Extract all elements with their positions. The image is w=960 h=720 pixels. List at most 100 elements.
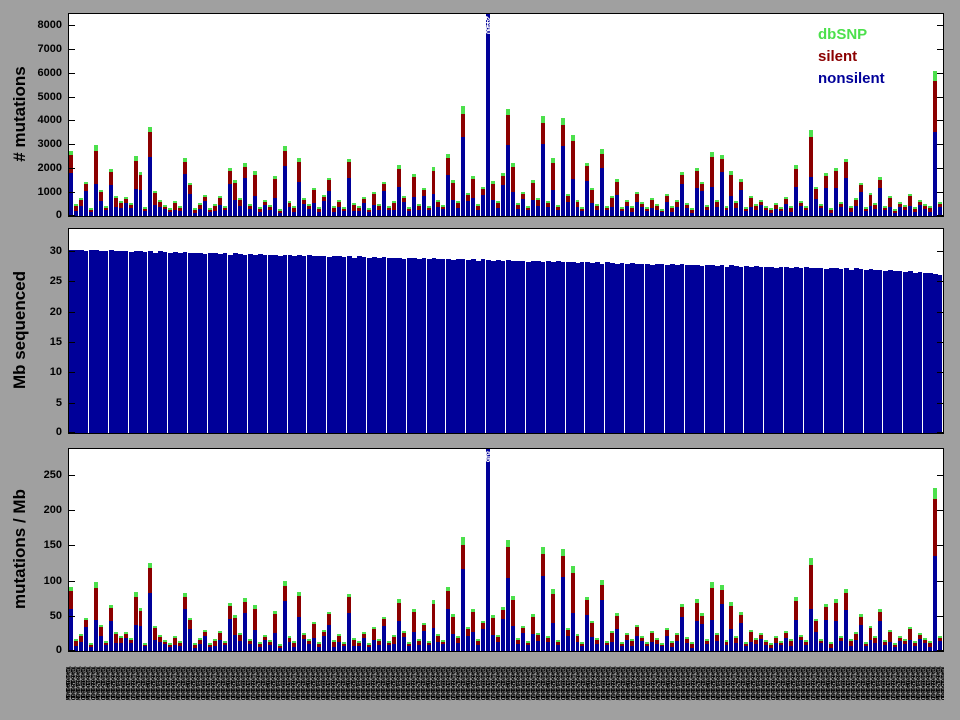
bar-silent bbox=[268, 642, 272, 645]
bar-nonsilent bbox=[417, 645, 421, 651]
bar-dbsnp bbox=[193, 643, 197, 645]
bar-dbsnp bbox=[844, 159, 848, 162]
bar-dbsnp bbox=[720, 585, 724, 590]
bar-dbsnp bbox=[84, 182, 88, 184]
bar-silent bbox=[913, 643, 917, 646]
bar-nonsilent bbox=[253, 196, 257, 216]
bar-silent bbox=[263, 202, 267, 205]
bar-dbsnp bbox=[268, 640, 272, 642]
bar-silent bbox=[476, 641, 480, 645]
bar-silent bbox=[814, 189, 818, 199]
bar-silent bbox=[436, 636, 440, 642]
bar-silent bbox=[481, 623, 485, 629]
bar-silent bbox=[382, 619, 386, 626]
left-tick-mark bbox=[69, 650, 75, 651]
bar-dbsnp bbox=[506, 540, 510, 547]
bar-silent bbox=[546, 203, 550, 207]
bar-silent bbox=[491, 184, 495, 200]
bar-nonsilent bbox=[605, 645, 609, 651]
right-tick-mark bbox=[937, 312, 943, 313]
bar-dbsnp bbox=[342, 642, 346, 644]
bar-silent bbox=[223, 643, 227, 645]
bar-dbsnp bbox=[456, 636, 460, 638]
bar-silent bbox=[317, 209, 321, 212]
bar-dbsnp bbox=[417, 639, 421, 641]
bar-nonsilent bbox=[556, 645, 560, 651]
bar-dbsnp bbox=[307, 639, 311, 641]
bar-silent bbox=[665, 196, 669, 202]
bar-nonsilent bbox=[317, 647, 321, 651]
bar-mb-sequenced bbox=[243, 255, 247, 433]
bar-dbsnp bbox=[739, 612, 743, 615]
bar-silent bbox=[134, 597, 138, 625]
bar-dbsnp bbox=[203, 630, 207, 632]
bar-silent bbox=[869, 628, 872, 640]
right-tick-mark bbox=[937, 510, 943, 511]
bar-silent bbox=[595, 640, 599, 644]
bar-nonsilent bbox=[372, 640, 376, 651]
bar-nonsilent bbox=[536, 641, 540, 651]
right-tick-mark bbox=[937, 49, 943, 50]
bar-dbsnp bbox=[615, 613, 619, 616]
bar-mb-sequenced bbox=[481, 259, 485, 433]
bar-dbsnp bbox=[710, 582, 714, 588]
bar-silent bbox=[84, 184, 88, 191]
bar-silent bbox=[173, 638, 177, 645]
bar-dbsnp bbox=[119, 636, 123, 638]
bar-dbsnp bbox=[233, 180, 237, 183]
bar-dbsnp bbox=[759, 200, 763, 202]
bar-nonsilent bbox=[158, 207, 162, 216]
bar-dbsnp bbox=[705, 639, 709, 641]
bar-dbsnp bbox=[213, 204, 217, 206]
bar-nonsilent bbox=[695, 621, 699, 651]
bar-nonsilent bbox=[913, 212, 917, 216]
bar-silent bbox=[228, 171, 232, 184]
bar-silent bbox=[590, 623, 594, 637]
bar-nonsilent bbox=[784, 638, 788, 651]
y-tick-label: 20 bbox=[49, 306, 62, 318]
bar-silent bbox=[675, 635, 679, 641]
bar-nonsilent bbox=[561, 577, 565, 651]
bar-nonsilent bbox=[710, 187, 714, 216]
bar-dbsnp bbox=[317, 207, 321, 209]
bar-nonsilent bbox=[387, 210, 391, 216]
bar-mb-sequenced bbox=[898, 271, 902, 433]
bar-nonsilent bbox=[680, 184, 684, 216]
bar-nonsilent bbox=[297, 182, 301, 216]
bar-dbsnp bbox=[173, 636, 177, 638]
bar-nonsilent bbox=[511, 626, 515, 651]
bar-nonsilent bbox=[665, 202, 669, 216]
bar-silent bbox=[655, 640, 659, 644]
bar-nonsilent bbox=[888, 207, 892, 216]
bar-dbsnp bbox=[556, 640, 560, 642]
y-tick-label: 10 bbox=[49, 366, 62, 378]
bar-silent bbox=[153, 193, 157, 205]
bar-dbsnp bbox=[605, 206, 609, 208]
left-tick-mark bbox=[69, 475, 75, 476]
bar-silent bbox=[446, 591, 450, 609]
y-tick-label: 200 bbox=[43, 504, 62, 516]
chart-panel-mutations bbox=[68, 13, 944, 217]
bar-silent bbox=[561, 556, 565, 577]
bar-silent bbox=[114, 198, 118, 207]
bar-dbsnp bbox=[600, 149, 604, 154]
bar-silent bbox=[238, 200, 242, 206]
bar-nonsilent bbox=[824, 620, 828, 651]
bar-nonsilent bbox=[600, 600, 604, 651]
bar-silent bbox=[332, 208, 336, 212]
bar-silent bbox=[744, 644, 748, 646]
bar-dbsnp bbox=[223, 206, 227, 208]
bar-silent bbox=[332, 642, 336, 647]
bar-dbsnp bbox=[402, 631, 406, 633]
bar-silent bbox=[933, 81, 937, 132]
bar-nonsilent bbox=[312, 203, 316, 216]
bar-nonsilent bbox=[109, 621, 113, 651]
bar-silent bbox=[690, 210, 694, 213]
bar-dbsnp bbox=[148, 563, 152, 568]
bar-silent bbox=[739, 615, 743, 623]
bar-dbsnp bbox=[690, 642, 694, 644]
bar-silent bbox=[337, 636, 341, 642]
bar-dbsnp bbox=[243, 163, 247, 167]
bar-silent bbox=[193, 210, 197, 213]
bar-nonsilent bbox=[307, 209, 311, 216]
